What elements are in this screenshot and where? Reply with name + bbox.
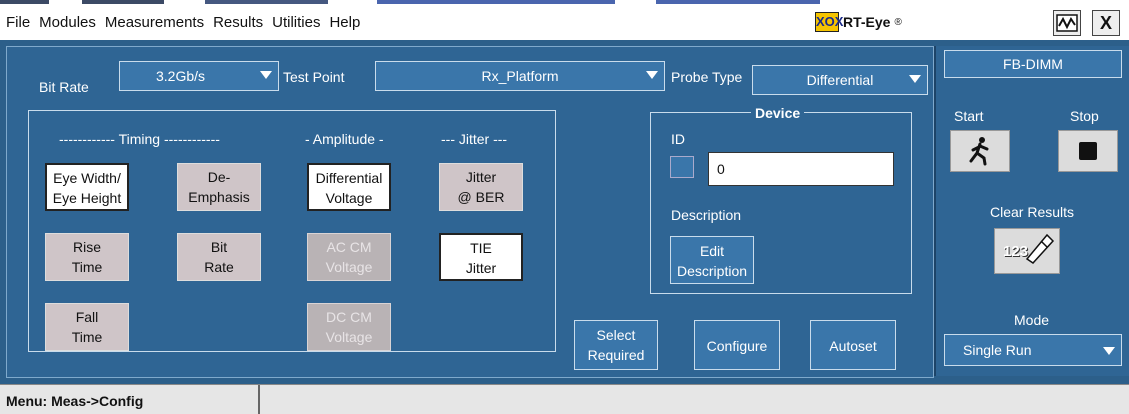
test-point-label: Test Point bbox=[283, 69, 345, 85]
jitter-ber-button[interactable]: Jitter @ BER bbox=[439, 163, 523, 211]
mode-select[interactable]: Single Run bbox=[944, 334, 1122, 366]
edit-l2: Description bbox=[676, 263, 748, 279]
de-emphasis-l1: De- bbox=[207, 169, 231, 185]
start-label: Start bbox=[954, 108, 984, 124]
de-emphasis-button[interactable]: De- Emphasis bbox=[177, 163, 261, 211]
probe-type-label: Probe Type bbox=[671, 69, 743, 85]
module-name: FB-DIMM bbox=[1003, 56, 1063, 72]
select-l1: Select bbox=[596, 327, 636, 343]
menu-items: File Modules Measurements Results Utilit… bbox=[6, 14, 369, 31]
select-required-button[interactable]: Select Required bbox=[574, 320, 658, 370]
rise-time-button[interactable]: Rise Time bbox=[45, 233, 129, 281]
stop-label: Stop bbox=[1070, 108, 1099, 124]
dc-cm-l1: DC CM bbox=[326, 309, 372, 325]
fall-time-button[interactable]: Fall Time bbox=[45, 303, 129, 351]
test-point-select[interactable]: Rx_Platform bbox=[375, 61, 665, 91]
jitter-ber-l2: @ BER bbox=[457, 189, 505, 205]
app-name: RT-Eye bbox=[843, 14, 891, 30]
jitter-ber-l1: Jitter bbox=[465, 169, 497, 185]
select-l2: Required bbox=[587, 347, 645, 363]
bit-rate-l1: Bit bbox=[210, 239, 228, 255]
id-label: ID bbox=[671, 131, 685, 147]
rise-time-l2: Time bbox=[71, 259, 103, 275]
test-point-value: Rx_Platform bbox=[481, 68, 559, 84]
diff-voltage-l1: Differential bbox=[315, 170, 383, 186]
chevron-down-icon bbox=[909, 75, 921, 83]
edit-description-button[interactable]: Edit Description bbox=[670, 236, 754, 284]
menu-results[interactable]: Results bbox=[213, 14, 263, 31]
menu-modules[interactable]: Modules bbox=[39, 14, 96, 31]
bit-rate-label: Bit Rate bbox=[39, 79, 89, 95]
eye-width-label: Eye Width/ bbox=[53, 170, 121, 186]
rise-time-l1: Rise bbox=[72, 239, 101, 255]
eye-width-height-button[interactable]: Eye Width/ Eye Height bbox=[45, 163, 129, 211]
stop-square-icon bbox=[1079, 142, 1097, 160]
status-bar: Menu: Meas->Config bbox=[0, 384, 1129, 414]
chevron-down-icon bbox=[646, 71, 658, 79]
calendar-icon[interactable] bbox=[670, 156, 694, 178]
chevron-down-icon bbox=[260, 71, 272, 79]
ac-cm-voltage-button: AC CM Voltage bbox=[307, 233, 391, 281]
menu-bar: File Modules Measurements Results Utilit… bbox=[0, 0, 1129, 40]
amplitude-header: - Amplitude - bbox=[305, 131, 384, 147]
rt-eye-logo: XOX RT-Eye ® bbox=[815, 12, 902, 32]
bit-rate-button[interactable]: Bit Rate bbox=[177, 233, 261, 281]
eye-height-label: Eye Height bbox=[52, 190, 122, 206]
start-button[interactable] bbox=[950, 130, 1010, 172]
tie-l2: Jitter bbox=[465, 260, 497, 276]
diff-voltage-l2: Voltage bbox=[325, 190, 373, 206]
registered-mark: ® bbox=[894, 16, 902, 28]
measurements-group: ------------ Timing ------------ - Ampli… bbox=[28, 110, 556, 352]
close-button[interactable]: X bbox=[1092, 10, 1120, 36]
device-id-input[interactable]: 0 bbox=[708, 152, 894, 186]
tie-jitter-button[interactable]: TIE Jitter bbox=[439, 233, 523, 281]
dc-cm-voltage-button: DC CM Voltage bbox=[307, 303, 391, 351]
probe-type-select[interactable]: Differential bbox=[752, 65, 928, 95]
ac-cm-l2: Voltage bbox=[325, 259, 373, 275]
status-message: Menu: Meas->Config bbox=[6, 393, 144, 409]
dc-cm-l2: Voltage bbox=[325, 329, 373, 345]
eraser-icon bbox=[1025, 233, 1055, 264]
chevron-down-icon bbox=[1103, 347, 1115, 355]
clear-results-button[interactable]: 123 bbox=[994, 228, 1060, 274]
description-label: Description bbox=[671, 207, 742, 223]
timing-header: ------------ Timing ------------ bbox=[59, 131, 220, 147]
bit-rate-select[interactable]: 3.2Gb/s bbox=[119, 61, 279, 91]
minimize-wave-button[interactable] bbox=[1053, 10, 1081, 36]
differential-voltage-button[interactable]: Differential Voltage bbox=[307, 163, 391, 211]
module-display: FB-DIMM bbox=[944, 50, 1122, 78]
menu-help[interactable]: Help bbox=[329, 14, 360, 31]
running-man-icon bbox=[969, 137, 989, 166]
edit-l1: Edit bbox=[699, 243, 725, 259]
device-title: Device bbox=[751, 105, 805, 121]
clear-results-label: Clear Results bbox=[990, 204, 1075, 220]
title-bar-strip bbox=[0, 0, 820, 4]
de-emphasis-l2: Emphasis bbox=[188, 189, 250, 205]
configure-button[interactable]: Configure bbox=[694, 320, 780, 370]
ac-cm-l1: AC CM bbox=[326, 239, 372, 255]
bit-rate-value: 3.2Gb/s bbox=[156, 68, 206, 84]
control-sidebar: FB-DIMM Start Stop Clear Results 123 Mod… bbox=[934, 46, 1129, 376]
jitter-header: --- Jitter --- bbox=[441, 131, 508, 147]
autoset-button[interactable]: Autoset bbox=[810, 320, 896, 370]
status-divider bbox=[258, 385, 260, 414]
mode-label: Mode bbox=[1014, 312, 1050, 328]
mode-value: Single Run bbox=[963, 342, 1032, 358]
menu-measurements[interactable]: Measurements bbox=[105, 14, 204, 31]
xox-logo-icon: XOX bbox=[815, 12, 843, 32]
tie-l1: TIE bbox=[470, 240, 492, 256]
fall-time-l2: Time bbox=[71, 329, 103, 345]
waveform-icon bbox=[1056, 14, 1078, 32]
menu-file[interactable]: File bbox=[6, 14, 30, 31]
fall-time-l1: Fall bbox=[75, 309, 99, 325]
menu-utilities[interactable]: Utilities bbox=[272, 14, 320, 31]
stop-button[interactable] bbox=[1058, 130, 1118, 172]
probe-type-value: Differential bbox=[806, 72, 874, 88]
bit-rate-l2: Rate bbox=[204, 259, 234, 275]
